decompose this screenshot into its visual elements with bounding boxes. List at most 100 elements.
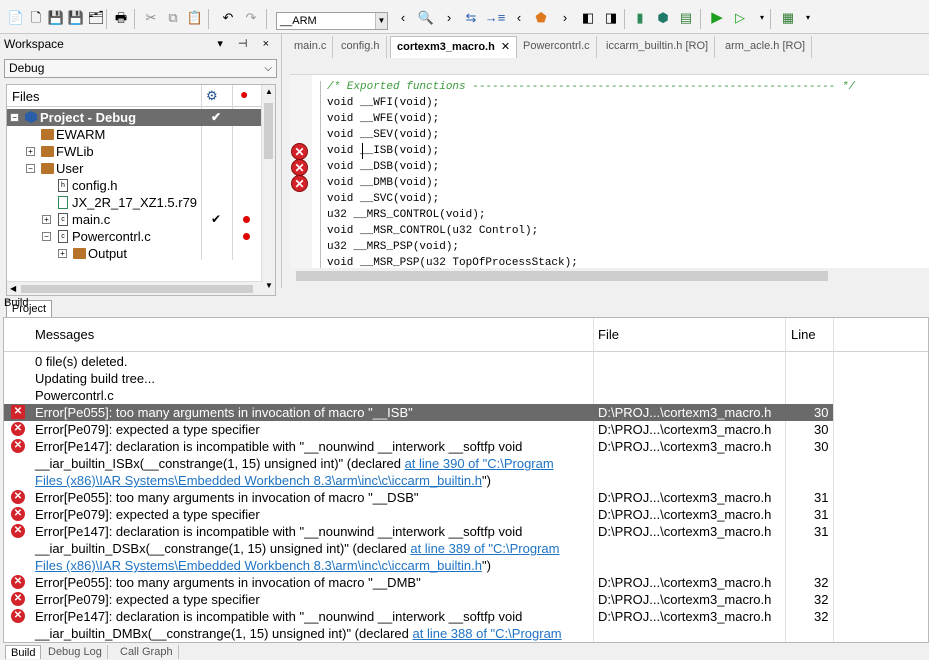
collapse-icon[interactable]: − <box>26 164 35 173</box>
editor-horizontal-scrollbar[interactable] <box>290 268 929 284</box>
workspace-pane-controls[interactable]: ▾ ⊣ × <box>217 37 275 50</box>
new-workspace-icon[interactable]: 🗋 <box>28 10 44 26</box>
close-icon[interactable]: ✕ <box>501 41 510 53</box>
scrollbar-thumb[interactable] <box>264 103 273 159</box>
collapse-icon[interactable]: − <box>42 232 51 241</box>
error-marker-icon[interactable]: ✕ <box>291 175 308 192</box>
build-message-row[interactable]: ✕ Error[Pe079]: expected a type specifier… <box>4 591 833 608</box>
build-message-row[interactable]: __iar_builtin_DMBx(__constrange(1, 15) u… <box>4 625 833 642</box>
open-icon[interactable]: 💾 <box>48 10 64 26</box>
forward-icon[interactable]: › <box>441 10 457 26</box>
tab-config-h[interactable]: config.h <box>335 36 387 58</box>
expand-icon[interactable]: + <box>58 249 67 258</box>
paste-icon[interactable]: 📋 <box>187 10 203 26</box>
tree-vertical-scrollbar[interactable]: ▲ ▼ <box>261 85 275 295</box>
tab-main-c[interactable]: main.c <box>288 36 334 58</box>
messages-column-header[interactable]: Messages <box>35 327 94 342</box>
tree-item-project[interactable]: − Project - Debug ✔ <box>7 109 263 126</box>
back-icon[interactable]: ‹ <box>395 10 411 26</box>
build-message-row[interactable]: ✕ Error[Pe147]: declaration is incompatib… <box>4 608 833 625</box>
bookmark-icon[interactable]: ⬟ <box>533 10 549 26</box>
chevron-down-icon[interactable]: ▼ <box>375 13 387 29</box>
build-message-row[interactable]: Files (x86)\IAR Systems\Embedded Workben… <box>4 557 833 574</box>
tree-item-r79[interactable]: JX_2R_17_XZ1.5.r79 <box>7 194 263 211</box>
gear-icon[interactable]: ⚙ <box>206 88 218 104</box>
source-link[interactable]: at line 388 of "C:\Program <box>413 626 562 641</box>
source-link[interactable]: at line 389 of "C:\Program <box>410 541 559 556</box>
build-message-row[interactable]: Files (x86)\IAR Systems\Embedded Workben… <box>4 642 833 643</box>
go-to-icon[interactable]: ⇆ <box>463 10 479 26</box>
tab-debug-log[interactable]: Debug Log <box>43 645 108 659</box>
source-link[interactable]: Files (x86)\IAR Systems\Embedded Workben… <box>35 558 482 573</box>
build-message-row[interactable]: Updating build tree... <box>4 370 833 387</box>
build-message-row[interactable]: 0 file(s) deleted. <box>4 353 833 370</box>
tree-item-output[interactable]: + Output <box>7 245 263 262</box>
save-all-icon[interactable]: 🗂 <box>88 10 105 26</box>
tab-call-graph[interactable]: Call Graph <box>115 645 179 659</box>
build-message-row[interactable]: ✕ Error[Pe079]: expected a type specifier… <box>4 421 833 438</box>
undo-icon[interactable]: ↶ <box>220 10 236 26</box>
nav-back-icon[interactable]: ‹ <box>511 10 527 26</box>
tree-item-ewarm[interactable]: EWARM <box>7 126 263 143</box>
error-marker-icon[interactable]: ✕ <box>291 143 308 160</box>
source-link[interactable]: Files (x86)\IAR Systems\Embedded Workben… <box>35 473 482 488</box>
tab-build[interactable]: Build <box>5 645 42 659</box>
new-file-icon[interactable]: 📄 <box>8 10 24 26</box>
tab-cortexm3-macro-h[interactable]: cortexm3_macro.h ✕ <box>390 36 518 58</box>
build-message-row[interactable]: ✕ Error[Pe147]: declaration is incompatib… <box>4 523 833 540</box>
stop-build-icon[interactable]: ▤ <box>678 10 694 26</box>
tab-arm-acle-h[interactable]: arm_acle.h [RO] <box>719 36 813 58</box>
copy-icon[interactable]: ⧉ <box>165 10 181 26</box>
tree-item-powercontrl-c[interactable]: − c Powercontrl.c <box>7 228 263 245</box>
build-message-row[interactable]: ✕ Error[Pe055]: too many arguments in inv… <box>4 489 833 506</box>
debug-without-download-icon[interactable]: ▷ <box>732 10 748 26</box>
build-message-row[interactable]: __iar_builtin_ISBx(__constrange(1, 15) u… <box>4 455 833 472</box>
build-message-row[interactable]: ✕ Error[Pe147]: declaration is incompatib… <box>4 438 833 455</box>
print-icon[interactable]: 🖶 <box>113 10 129 26</box>
download-debug-icon[interactable]: ▶ <box>709 10 725 26</box>
tree-item-config-h[interactable]: h config.h <box>7 177 263 194</box>
build-message-row[interactable]: ✕ Error[Pe079]: expected a type specifier… <box>4 506 833 523</box>
line-column-header[interactable]: Line <box>791 327 816 342</box>
scroll-down-icon[interactable]: ▼ <box>265 281 273 290</box>
build-message-row[interactable]: Files (x86)\IAR Systems\Embedded Workben… <box>4 472 833 489</box>
scrollbar-thumb[interactable] <box>21 285 253 293</box>
build-message-row[interactable]: ✕ Error[Pe055]: too many arguments in inv… <box>4 574 833 591</box>
make-icon[interactable]: ⬢ <box>655 10 671 26</box>
scroll-up-icon[interactable]: ▲ <box>265 87 273 96</box>
window-layout-icon[interactable]: ▦ <box>780 10 796 26</box>
nav-forward-icon[interactable]: › <box>557 10 573 26</box>
tab-iccarm-builtin-h[interactable]: iccarm_builtin.h [RO] <box>600 36 716 58</box>
toolbar-overflow-icon[interactable]: ▾ <box>754 10 770 26</box>
expand-icon[interactable]: + <box>42 215 51 224</box>
tree-item-fwlib[interactable]: + FWLib <box>7 143 263 160</box>
message-text: Error[Pe079]: expected a type specifier <box>35 591 260 608</box>
build-message-row[interactable]: ✕ Error[Pe055]: too many arguments in inv… <box>4 404 833 421</box>
toolbar-overflow-icon[interactable]: ▾ <box>800 10 816 26</box>
cut-icon[interactable]: ✂ <box>143 10 159 26</box>
tree-item-user[interactable]: − User <box>7 160 263 177</box>
build-messages-list[interactable]: Messages File Line 0 file(s) deleted. Upd… <box>3 317 929 643</box>
configuration-select[interactable]: Debug ⌵ <box>4 59 277 78</box>
error-marker-icon[interactable]: ✕ <box>291 159 308 176</box>
tree-item-main-c[interactable]: + c main.c ✔ <box>7 211 263 228</box>
build-message-row[interactable]: __iar_builtin_DSBx(__constrange(1, 15) u… <box>4 540 833 557</box>
code-editor[interactable]: ✕ ✕ ✕ /* Exported functions ------------… <box>290 74 929 268</box>
redo-icon[interactable]: ↷ <box>243 10 259 26</box>
tree-horizontal-scrollbar[interactable]: ◀ <box>7 281 263 295</box>
scroll-left-icon[interactable]: ◀ <box>10 284 16 293</box>
scrollbar-thumb[interactable] <box>296 271 828 281</box>
indent-icon[interactable]: →≡ <box>485 10 506 26</box>
tab-powercontrl-c[interactable]: Powercontrl.c <box>517 36 597 58</box>
next-bookmark-icon[interactable]: ◨ <box>603 10 619 26</box>
find-icon[interactable]: 🔍 <box>418 10 434 26</box>
config-combo[interactable]: __ARM ▼ <box>276 12 388 30</box>
save-icon[interactable]: 💾 <box>68 10 84 26</box>
prev-bookmark-icon[interactable]: ◧ <box>580 10 596 26</box>
source-link[interactable]: at line 390 of "C:\Program <box>405 456 554 471</box>
build-message-row[interactable]: Powercontrl.c <box>4 387 833 404</box>
expand-icon[interactable]: + <box>26 147 35 156</box>
collapse-icon[interactable]: − <box>10 113 19 122</box>
file-column-header[interactable]: File <box>598 327 619 342</box>
compile-icon[interactable]: ▮ <box>632 10 648 26</box>
